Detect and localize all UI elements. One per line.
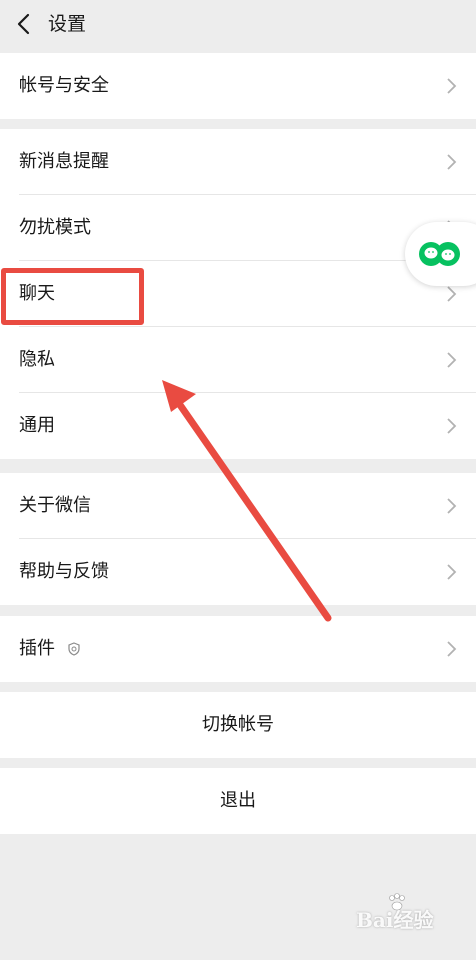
menu-item-label: 新消息提醒 — [19, 151, 109, 172]
menu-item-help-feedback[interactable]: 帮助与反馈 — [0, 539, 476, 605]
menu-item-general[interactable]: 通用 — [0, 393, 476, 459]
top-bar: 设置 — [0, 0, 476, 50]
menu-item-label: 通用 — [19, 415, 55, 436]
chevron-right-icon — [447, 641, 457, 657]
chevron-right-icon — [447, 78, 457, 94]
highlight-box-chat — [1, 268, 144, 325]
chevron-right-icon — [447, 352, 457, 368]
menu-item-plugins[interactable]: 插件 — [0, 616, 476, 682]
menu-item-account-security[interactable]: 帐号与安全 — [0, 53, 476, 119]
page-title: 设置 — [48, 13, 87, 35]
chevron-right-icon — [447, 286, 457, 302]
menu-item-privacy[interactable]: 隐私 — [0, 327, 476, 393]
settings-group-plugins: 插件 — [0, 616, 476, 682]
settings-group-about: 关于微信 帮助与反馈 — [0, 473, 476, 605]
floating-window-widget[interactable] — [405, 222, 476, 286]
paw-logo-icon — [389, 893, 405, 911]
settings-group-account: 帐号与安全 — [0, 53, 476, 119]
menu-item-label: 关于微信 — [19, 495, 91, 516]
chevron-right-icon — [447, 154, 457, 170]
back-arrow-icon[interactable] — [14, 12, 34, 36]
menu-item-new-message-alert[interactable]: 新消息提醒 — [0, 129, 476, 195]
menu-item-label: 插件 — [19, 638, 55, 659]
wechat-logo-icon — [419, 242, 460, 266]
baidu-jingyan-watermark: Bai经验 — [356, 893, 433, 944]
menu-item-label: 勿扰模式 — [19, 217, 91, 238]
plugin-shield-icon — [68, 642, 80, 656]
switch-account-button[interactable]: 切换帐号 — [0, 692, 476, 758]
chevron-right-icon — [447, 418, 457, 434]
menu-item-label: 帐号与安全 — [19, 75, 109, 96]
chevron-right-icon — [447, 498, 457, 514]
menu-item-about-wechat[interactable]: 关于微信 — [0, 473, 476, 539]
chevron-right-icon — [447, 564, 457, 580]
logout-button[interactable]: 退出 — [0, 768, 476, 834]
menu-item-label: 帮助与反馈 — [19, 561, 109, 582]
menu-item-label: 隐私 — [19, 349, 55, 370]
